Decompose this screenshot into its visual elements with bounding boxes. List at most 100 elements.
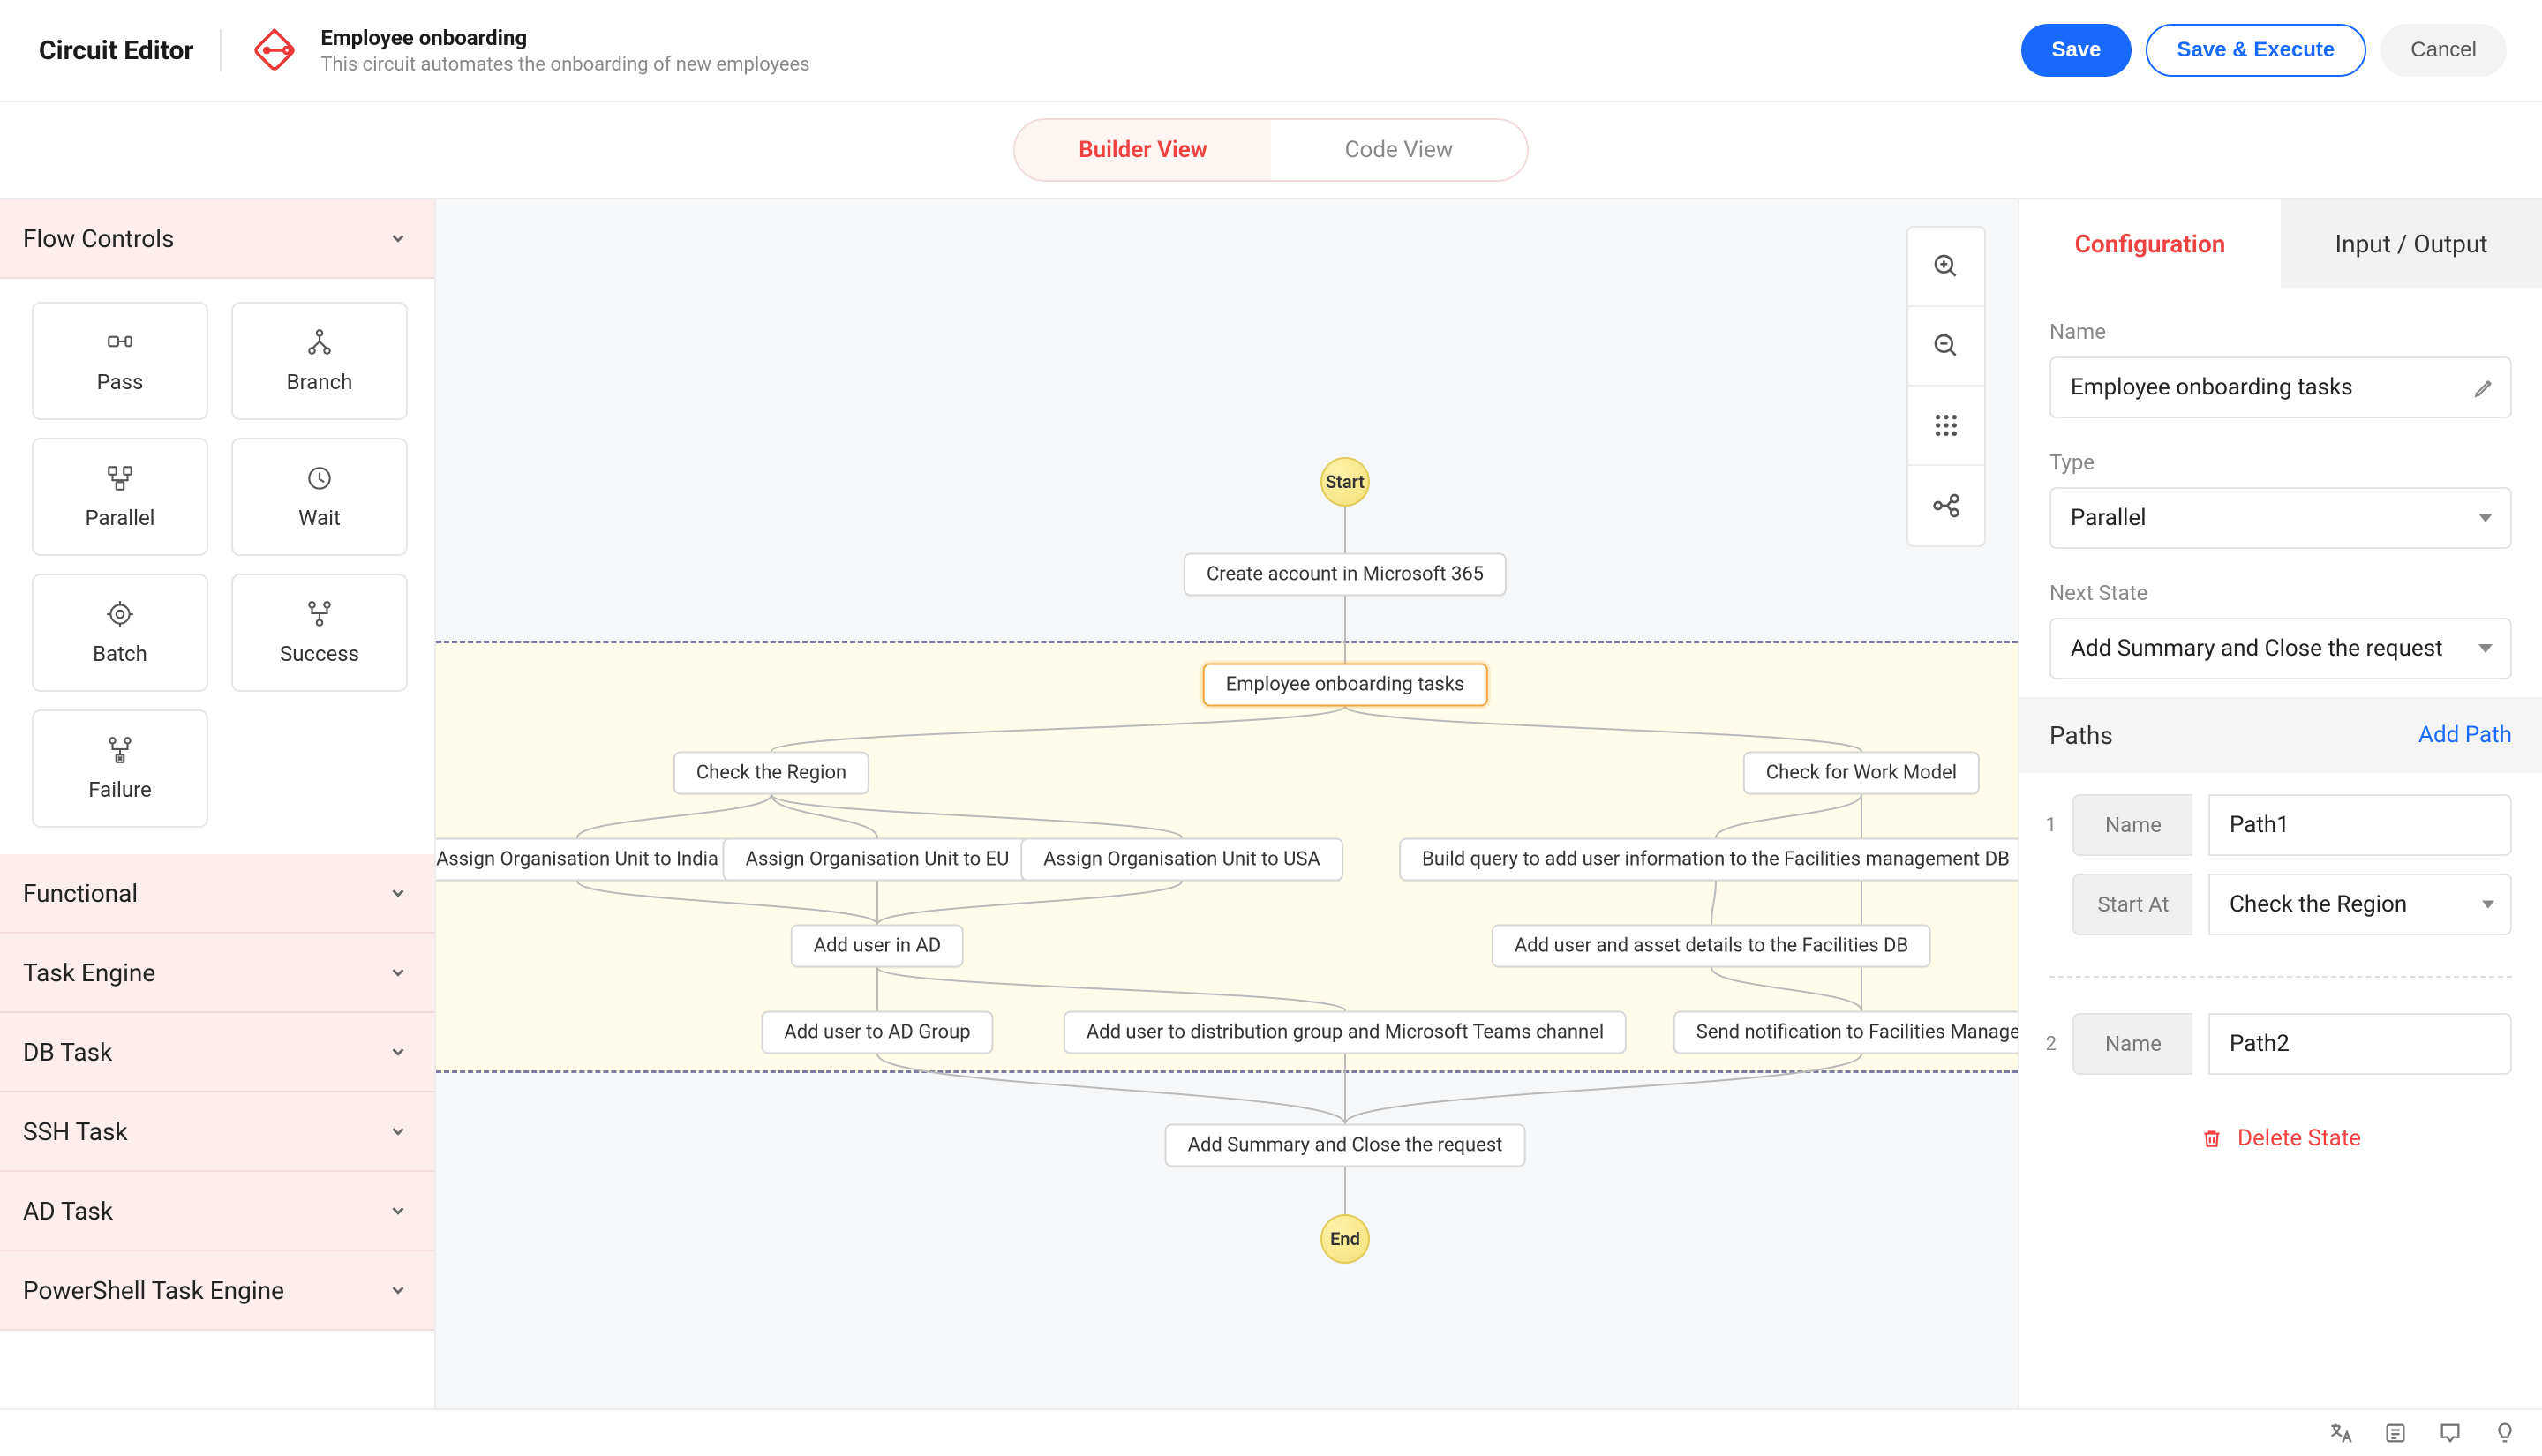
group-title: Functional (23, 879, 138, 908)
palette-group-powershell[interactable]: PowerShell Task Engine (0, 1251, 434, 1331)
chevron-down-icon (388, 1201, 408, 1220)
chat-icon[interactable] (2438, 1421, 2463, 1445)
tile-wait[interactable]: Wait (231, 438, 408, 556)
node-check-region[interactable]: Check the Region (673, 752, 869, 795)
footer-bar (0, 1408, 2542, 1456)
node-facilities-query[interactable]: Build query to add user information to t… (1399, 838, 2018, 882)
palette-group-flow-controls[interactable]: Flow Controls (0, 199, 434, 279)
label-name: Name (2049, 319, 2512, 344)
circuit-title: Employee onboarding (320, 26, 809, 50)
path-separator (2049, 976, 2512, 978)
node-add-user-ad[interactable]: Add user in AD (791, 925, 964, 968)
path-name-input[interactable]: Path1 (2208, 794, 2512, 856)
node-summary-close[interactable]: Add Summary and Close the request (1165, 1124, 1526, 1167)
tile-parallel[interactable]: Parallel (32, 438, 208, 556)
chevron-down-icon (2482, 901, 2494, 909)
node-ou-eu[interactable]: Assign Organisation Unit to EU (723, 838, 1033, 882)
grid-icon (1932, 411, 1960, 439)
select-type[interactable]: Parallel (2049, 487, 2512, 549)
group-title: PowerShell Task Engine (23, 1276, 284, 1305)
node-parallel-root[interactable]: Employee onboarding tasks (1203, 664, 1488, 707)
bulb-icon[interactable] (2493, 1421, 2517, 1445)
group-title: AD Task (23, 1197, 113, 1226)
language-icon[interactable] (2328, 1421, 2353, 1445)
tab-input-output[interactable]: Input / Output (2281, 199, 2542, 288)
tab-code-view[interactable]: Code View (1271, 120, 1527, 180)
save-execute-button[interactable]: Save & Execute (2146, 24, 2367, 77)
delete-state-button[interactable]: Delete State (2019, 1101, 2542, 1175)
label-next-state: Next State (2049, 581, 2512, 605)
tile-label: Parallel (85, 506, 154, 530)
palette-group-ssh-task[interactable]: SSH Task (0, 1092, 434, 1172)
group-title: Flow Controls (23, 224, 175, 253)
path-name-label: Name (2072, 1013, 2192, 1075)
divider (220, 29, 222, 71)
tile-label: Pass (97, 370, 144, 394)
path-startat-select[interactable]: Check the Region (2208, 874, 2512, 935)
group-title: SSH Task (23, 1117, 128, 1146)
tile-label: Wait (298, 506, 341, 530)
chevron-down-icon (2478, 644, 2493, 653)
node-ou-india[interactable]: Assign Organisation Unit to India (436, 838, 741, 882)
circuit-meta: Employee onboarding This circuit automat… (320, 26, 809, 76)
tile-branch[interactable]: Branch (231, 302, 408, 420)
palette-group-ad-task[interactable]: AD Task (0, 1172, 434, 1251)
tab-builder-view[interactable]: Builder View (1015, 120, 1271, 180)
node-end[interactable]: End (1320, 1214, 1370, 1264)
tile-pass[interactable]: Pass (32, 302, 208, 420)
wait-icon (305, 463, 335, 493)
node-check-work-model[interactable]: Check for Work Model (1743, 752, 1980, 795)
canvas-toolbar (1906, 226, 1986, 547)
zoom-out-icon (1932, 332, 1960, 360)
canvas[interactable]: Start Create account in Microsoft 365 Em… (436, 199, 2018, 1408)
palette-group-task-engine[interactable]: Task Engine (0, 934, 434, 1013)
tab-configuration[interactable]: Configuration (2019, 199, 2281, 288)
add-path-button[interactable]: Add Path (2418, 722, 2512, 748)
node-start[interactable]: Start (1320, 457, 1370, 507)
label-type: Type (2049, 450, 2512, 475)
batch-icon (105, 599, 135, 629)
palette-group-functional[interactable]: Functional (0, 854, 434, 934)
tile-label: Batch (93, 642, 147, 666)
node-notify-facilities[interactable]: Send notification to Facilities Manager (1673, 1011, 2018, 1054)
auto-layout-button[interactable] (1908, 466, 1984, 545)
config-tabs: Configuration Input / Output (2019, 199, 2542, 288)
config-form: Name Employee onboarding tasks Type Para… (2019, 288, 2542, 697)
group-title: Task Engine (23, 958, 155, 987)
node-add-facilities-db[interactable]: Add user and asset details to the Facili… (1492, 925, 1931, 968)
cancel-button[interactable]: Cancel (2380, 24, 2507, 77)
success-icon (305, 599, 335, 629)
view-toggle-row: Builder View Code View (0, 102, 2542, 199)
edit-icon[interactable] (2473, 376, 2496, 399)
failure-icon (105, 735, 135, 765)
node-ms365[interactable]: Create account in Microsoft 365 (1184, 553, 1507, 597)
tile-batch[interactable]: Batch (32, 574, 208, 692)
save-button[interactable]: Save (2021, 24, 2131, 77)
tile-failure[interactable]: Failure (32, 709, 208, 828)
circuit-logo-icon (248, 24, 301, 77)
node-ou-usa[interactable]: Assign Organisation Unit to USA (1020, 838, 1343, 882)
path-name-input[interactable]: Path2 (2208, 1013, 2512, 1075)
chevron-down-icon (2478, 514, 2493, 522)
fit-grid-button[interactable] (1908, 387, 1984, 466)
path-startat-label: Start At (2072, 874, 2192, 935)
tile-success[interactable]: Success (231, 574, 408, 692)
palette-group-db-task[interactable]: DB Task (0, 1013, 434, 1092)
chevron-down-icon (388, 1122, 408, 1141)
zoom-in-button[interactable] (1908, 228, 1984, 307)
paths-title: Paths (2049, 721, 2113, 750)
node-add-distribution-teams[interactable]: Add user to distribution group and Micro… (1064, 1011, 1627, 1054)
input-state-name[interactable]: Employee onboarding tasks (2049, 356, 2512, 418)
notes-icon[interactable] (2383, 1421, 2408, 1445)
zoom-in-icon (1932, 252, 1960, 281)
path-name-label: Name (2072, 794, 2192, 856)
zoom-out-button[interactable] (1908, 307, 1984, 387)
chevron-down-icon (388, 1280, 408, 1300)
path-index: 2 (2035, 1033, 2057, 1055)
branch-icon (305, 327, 335, 357)
group-title: DB Task (23, 1038, 112, 1067)
select-next-state[interactable]: Add Summary and Close the request (2049, 618, 2512, 679)
parallel-icon (105, 463, 135, 493)
tile-label: Branch (287, 370, 353, 394)
node-add-ad-group[interactable]: Add user to AD Group (761, 1011, 993, 1054)
